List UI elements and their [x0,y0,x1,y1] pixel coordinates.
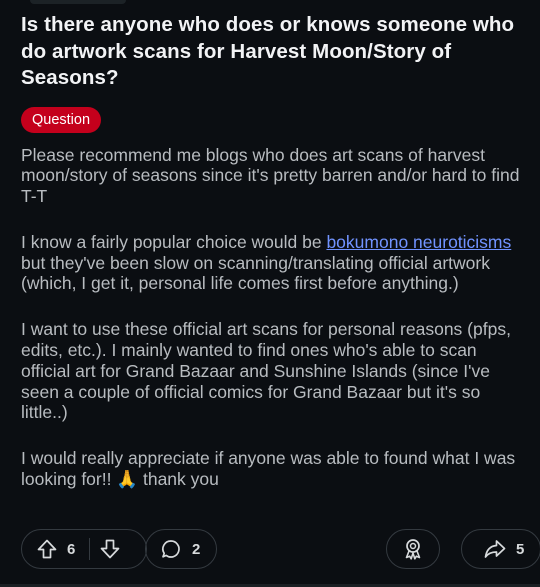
post-flair-badge[interactable]: Question [21,106,102,133]
previous-element-edge [30,0,126,4]
paragraph-2-text-after-link: but they've been slow on scanning/transl… [21,252,490,294]
share-icon-wrap [483,538,507,560]
award-button[interactable] [386,529,440,569]
post-body-paragraph-4: I would really appreciate if anyone was … [21,448,516,490]
bokumono-neuroticisms-link[interactable]: bokumono neuroticisms [326,232,511,252]
comments-button[interactable]: 2 [145,529,217,569]
downvote-arrow-icon [100,539,120,559]
award-icon [405,539,421,560]
downvote-button[interactable] [99,538,121,560]
post-body: Please recommend me blogs who does art s… [21,145,521,490]
post-title: Is there anyone who does or knows someon… [21,13,515,89]
comment-bubble-icon [162,540,180,558]
share-arrow-icon [484,540,506,558]
comment-icon-wrap [160,538,182,560]
upvote-button[interactable] [36,538,58,560]
upvote-arrow-icon [37,539,57,559]
post-body-paragraph-3: I want to use these official art scans f… [21,319,511,423]
upvote-count: 6 [67,540,76,558]
vote-divider [89,538,91,560]
paragraph-2-text-before-link: I know a fairly popular choice would be [21,231,327,252]
post-body-paragraph-2: I know a fairly popular choice would be … [21,232,521,294]
comment-count: 2 [192,540,201,558]
share-count: 5 [516,540,525,558]
post-action-bar: 6 2 5 [21,529,540,571]
post: Is there anyone who does or knows someon… [21,12,521,490]
post-body-paragraph-1: Please recommend me blogs who does art s… [21,144,520,207]
vote-control: 6 [21,529,147,569]
share-button[interactable]: 5 [461,529,540,569]
